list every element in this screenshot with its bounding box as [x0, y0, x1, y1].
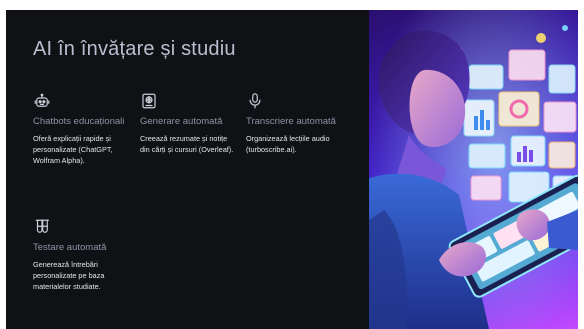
feature-title: Generare automată: [140, 116, 223, 127]
feature-description: Creează rezumate și notițe din cărți și …: [140, 134, 234, 154]
content-panel: AI în învățare și studiu Chatbots educaț…: [6, 10, 369, 329]
feature-description: Organizează lecțiile audio (turboscribe.…: [246, 134, 330, 154]
illustration-student-tablet: [369, 10, 578, 329]
illustration-graphic: [369, 10, 578, 329]
feature-title: Testare automată: [33, 242, 107, 253]
feature-generation: Generare automată Creează rezumate și no…: [140, 92, 235, 155]
slide-title: AI în învățare și studiu: [33, 38, 236, 60]
microphone-icon: [246, 92, 264, 110]
robot-icon: [33, 92, 51, 110]
document-icon: [140, 92, 158, 110]
feature-title: Chatbots educaționali: [33, 116, 125, 127]
feature-title: Transcriere automată: [246, 116, 336, 127]
feature-testing: Testare automată Generează întrebări per…: [33, 218, 133, 292]
feature-chatbots: Chatbots educaționali Oferă explicații r…: [33, 92, 133, 166]
test-tubes-icon: [33, 218, 51, 236]
feature-description: Oferă explicații rapide și personalizate…: [33, 134, 113, 165]
feature-transcription: Transcriere automată Organizează lecțiil…: [246, 92, 341, 155]
slide: AI în învățare și studiu Chatbots educaț…: [6, 10, 578, 329]
feature-description: Generează întrebări personalizate pe baz…: [33, 260, 105, 291]
